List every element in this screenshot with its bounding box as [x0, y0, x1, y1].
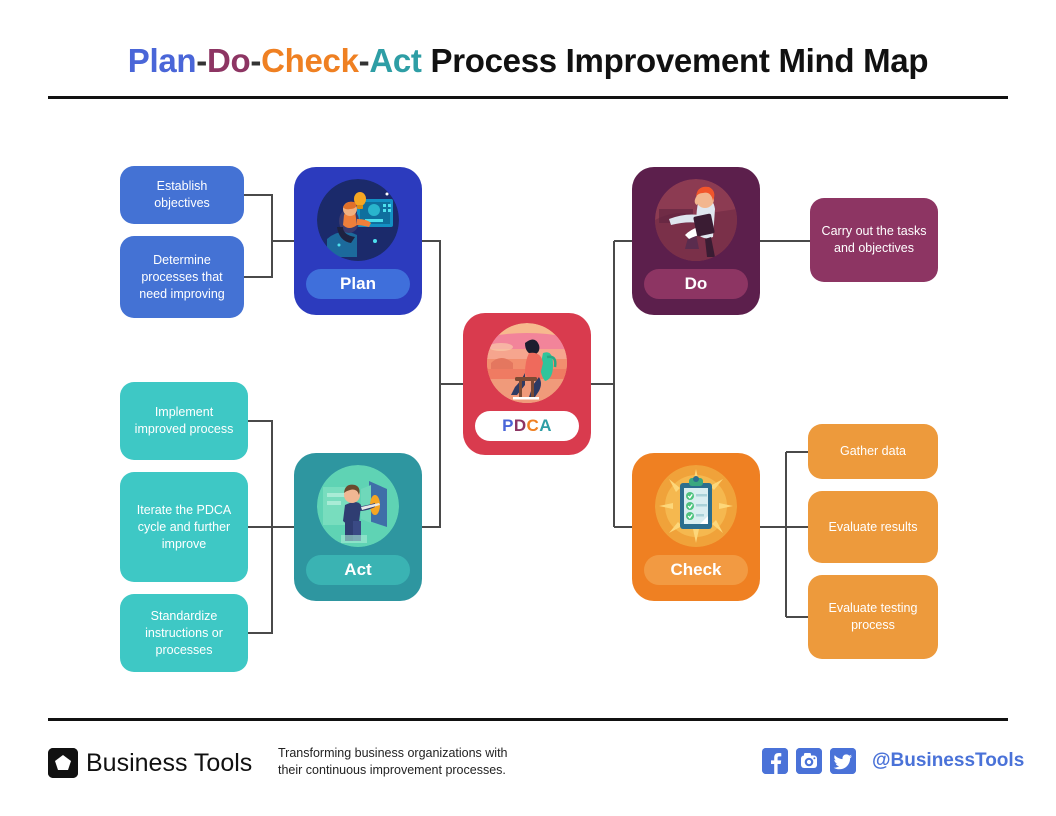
social-links: @BusinessTools — [762, 748, 1024, 774]
node-pdca-label: PDCA — [475, 411, 579, 441]
pdca-letter-p: P — [502, 416, 514, 435]
social-handle[interactable]: @BusinessTools — [872, 750, 1024, 772]
mind-map-page: Plan-Do-Check-Act Process Improvement Mi… — [0, 0, 1056, 816]
instagram-icon[interactable] — [796, 748, 822, 774]
node-plan-label: Plan — [306, 269, 410, 299]
leaf-check-2[interactable]: Evaluate testing process — [808, 575, 938, 659]
leaf-act-1[interactable]: Iterate the PDCA cycle and further impro… — [120, 472, 248, 582]
person-at-computer-idea-icon — [317, 179, 399, 261]
node-act-label: Act — [306, 555, 410, 585]
leaf-label: Standardize instructions or processes — [145, 608, 223, 657]
pdca-letter-a: A — [539, 416, 552, 435]
title-word-act: Act — [369, 42, 422, 79]
twitter-icon[interactable] — [830, 748, 856, 774]
title-word-check: Check — [261, 42, 359, 79]
pentagon-logo-icon — [48, 748, 78, 778]
page-title: Plan-Do-Check-Act Process Improvement Mi… — [48, 42, 1008, 80]
leaf-plan-0[interactable]: Establish objectives — [120, 166, 244, 224]
title-word-do: Do — [206, 42, 251, 79]
leaf-act-2[interactable]: Standardize instructions or processes — [120, 594, 248, 672]
clipboard-checklist-icon — [655, 465, 737, 547]
title-dash-2: - — [250, 42, 262, 79]
brand-name: Business Tools — [86, 749, 253, 777]
leaf-label: Determine processes that need improving — [139, 252, 225, 301]
node-plan[interactable]: Plan — [294, 167, 422, 315]
leaf-label: Evaluate testing process — [828, 601, 918, 632]
leaf-label: Implement improved process — [134, 405, 234, 436]
person-carrying-box-icon — [655, 179, 737, 261]
facebook-icon[interactable] — [762, 748, 788, 774]
leaf-label: Establish objectives — [154, 179, 210, 210]
header-divider — [48, 96, 1008, 99]
leaf-do-0[interactable]: Carry out the tasks and objectives — [810, 198, 938, 282]
person-presenting-board-icon — [317, 465, 399, 547]
node-pdca-center[interactable]: PDCA — [463, 313, 591, 455]
title-dash-3: - — [358, 42, 370, 79]
pdca-letter-c: C — [526, 416, 540, 435]
person-sitting-sunset-icon — [487, 323, 567, 403]
leaf-check-0[interactable]: Gather data — [808, 424, 938, 479]
node-do-label: Do — [644, 269, 748, 299]
node-act[interactable]: Act — [294, 453, 422, 601]
title-word-plan: Plan — [127, 42, 197, 79]
leaf-act-0[interactable]: Implement improved process — [120, 382, 248, 460]
node-check-label: Check — [644, 555, 748, 585]
title-rest: Process Improvement Mind Map — [421, 42, 929, 79]
leaf-plan-1[interactable]: Determine processes that need improving — [120, 236, 244, 318]
leaf-label: Carry out the tasks and objectives — [821, 224, 927, 255]
leaf-check-1[interactable]: Evaluate results — [808, 491, 938, 563]
leaf-label: Evaluate results — [828, 519, 918, 534]
pdca-letter-d: D — [513, 416, 527, 435]
footer-tagline: Transforming business organizations with… — [278, 746, 508, 777]
footer-divider — [48, 718, 1008, 721]
leaf-label: Gather data — [839, 444, 906, 458]
node-do[interactable]: Do — [632, 167, 760, 315]
node-check[interactable]: Check — [632, 453, 760, 601]
leaf-label: Iterate the PDCA cycle and further impro… — [136, 502, 232, 551]
title-dash-1: - — [196, 42, 207, 79]
